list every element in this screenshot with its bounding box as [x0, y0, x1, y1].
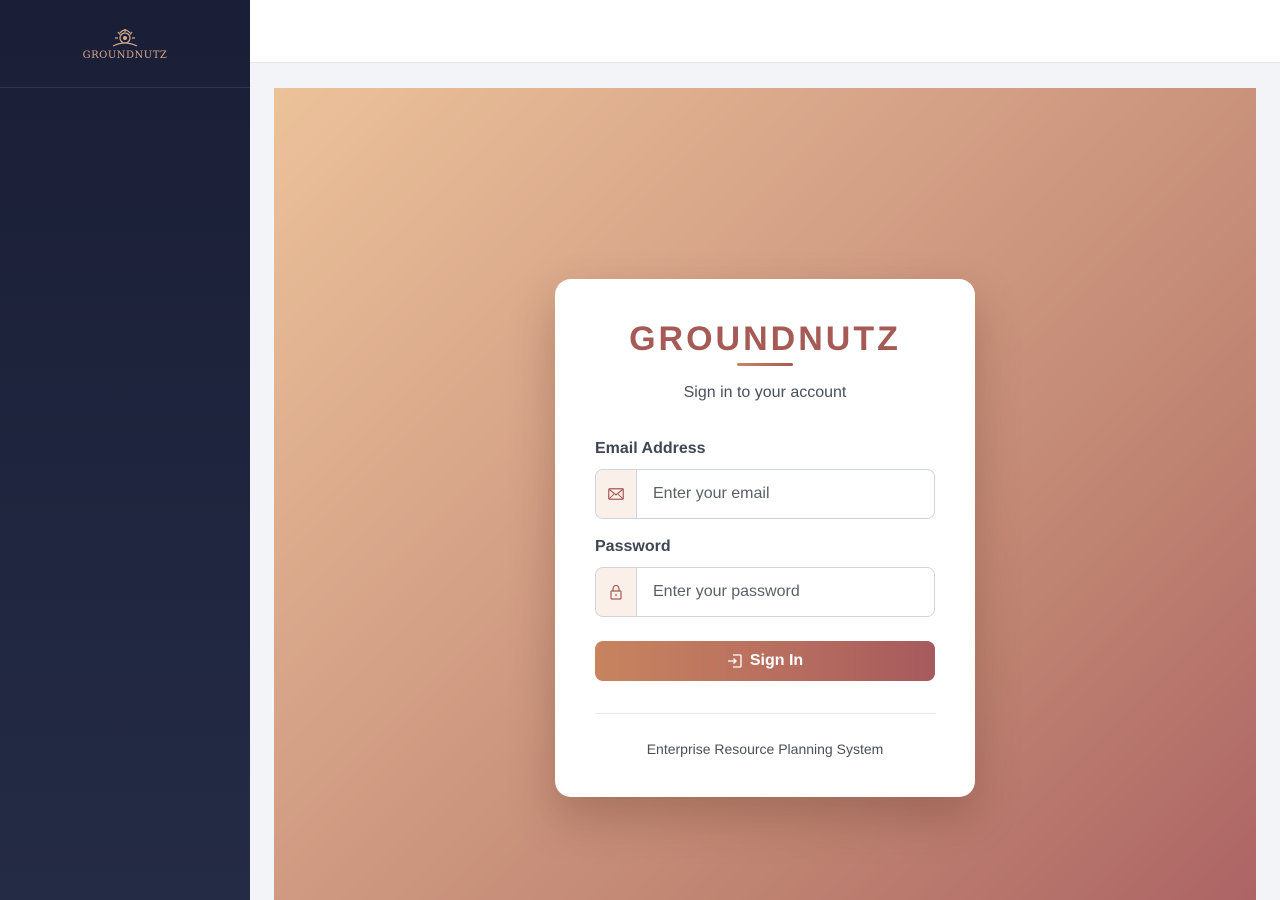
- sidebar-logo-text: GROUNDNUTZ: [82, 49, 168, 61]
- top-bar: [250, 0, 1280, 63]
- password-field[interactable]: [637, 568, 934, 616]
- brand-underline: [737, 363, 793, 366]
- envelope-icon: [596, 470, 637, 518]
- login-background: GROUNDNUTZ Sign in to your account Email…: [274, 88, 1256, 900]
- brand-title: GROUNDNUTZ: [629, 320, 901, 358]
- login-card: GROUNDNUTZ Sign in to your account Email…: [555, 279, 975, 797]
- sign-in-label: Sign In: [749, 652, 804, 669]
- login-subtitle: Sign in to your account: [683, 384, 847, 401]
- footer-text: Enterprise Resource Planning System: [646, 741, 884, 757]
- password-label: Password: [595, 538, 671, 555]
- sign-in-icon: [727, 654, 742, 668]
- sidebar: GROUNDNUTZ: [0, 0, 250, 900]
- email-field[interactable]: [637, 470, 934, 518]
- password-input-group: [595, 567, 935, 617]
- email-input-group: [595, 469, 935, 519]
- groundnutz-logo-icon: [112, 28, 138, 47]
- email-label: Email Address: [595, 440, 706, 457]
- sidebar-brand[interactable]: GROUNDNUTZ: [0, 0, 250, 88]
- lock-icon: [596, 568, 637, 616]
- card-divider: [595, 713, 935, 714]
- sign-in-button[interactable]: Sign In: [595, 641, 935, 681]
